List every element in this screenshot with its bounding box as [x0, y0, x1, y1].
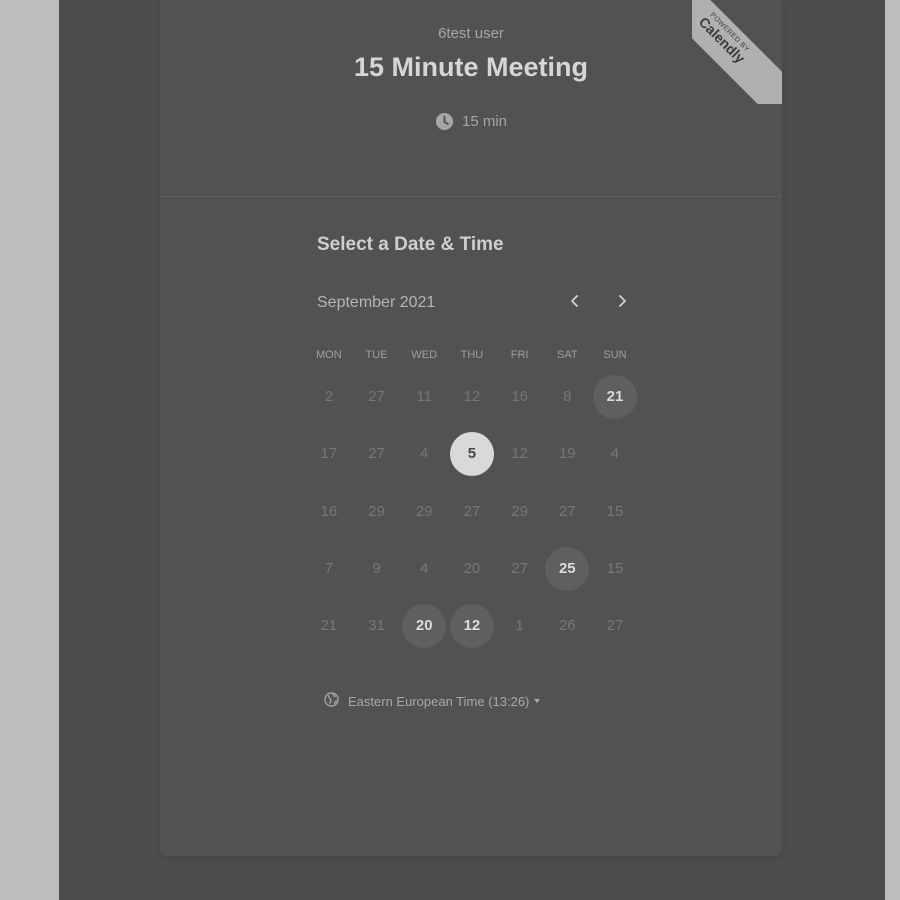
calendar-day-number: 27 [463, 502, 481, 520]
calendar-day-number: 7 [324, 560, 334, 578]
calendar-day-available[interactable]: 20 [400, 597, 448, 654]
calendar-day: 4 [400, 425, 448, 482]
calendar-day-number: 12 [449, 603, 494, 648]
calendar-day-number: 27 [368, 445, 385, 463]
calendar-grid: 2 27 11 12 16 8 21 17 27 4 5 12 19 4 16 29 29 27 29 27 15 7 9 4… [305, 368, 639, 654]
calendar-day: 15 [591, 483, 639, 540]
calendar-day-number: 15 [606, 560, 624, 578]
calendar-day-number: 21 [320, 617, 338, 635]
calendar-day: 29 [496, 483, 544, 540]
calendar-day: 15 [591, 540, 639, 597]
globe-icon [324, 692, 339, 710]
calendar-day: 12 [448, 368, 496, 425]
calendar-day: 31 [353, 597, 401, 654]
calendar-day-number: 16 [511, 388, 528, 406]
calendar-day-number: 29 [511, 502, 528, 520]
chevron-right-icon [616, 294, 628, 313]
weekday-header: MON TUE WED THU FRI SAT SUN [305, 349, 639, 361]
calendar-day: 27 [353, 425, 401, 482]
calendar-day: 26 [543, 597, 591, 654]
calendar-day: 20 [448, 540, 496, 597]
calendar-day: 8 [543, 368, 591, 425]
calendar-day-number: 2 [324, 388, 334, 406]
calendar-day-number: 27 [511, 560, 528, 578]
calendar-day-number: 16 [320, 502, 338, 520]
calendar-day: 2 [305, 368, 353, 425]
calendar-day-number: 4 [610, 445, 620, 463]
calendar-day: 27 [591, 597, 639, 654]
timezone-label: Eastern European Time (13:26) [348, 693, 530, 709]
timezone-selector[interactable]: Eastern European Time (13:26) [324, 692, 541, 710]
calendar-day-available[interactable]: 12 [448, 597, 496, 654]
calendar-day-number: 26 [558, 617, 576, 635]
badge-brand: Calendly [695, 13, 749, 67]
calendar-day-number: 25 [545, 546, 590, 591]
weekday-label: FRI [510, 349, 529, 361]
chevron-left-icon [569, 294, 581, 313]
calendar-day-number: 27 [606, 617, 624, 635]
calendar-day: 17 [305, 425, 353, 482]
calendar-day: 29 [353, 483, 401, 540]
calendar-day-number: 1 [515, 617, 524, 635]
clock-icon [435, 112, 454, 131]
month-label: September 2021 [317, 294, 436, 311]
powered-by-badge[interactable]: POWERED BY Calendly [692, 0, 782, 104]
weekday-label: TUE [365, 349, 388, 361]
calendar-day-available[interactable]: 25 [543, 540, 591, 597]
calendar-day-number: 29 [415, 502, 433, 520]
calendar-day-number: 4 [420, 560, 429, 578]
host-name: 6test user [438, 25, 504, 42]
calendar-day: 4 [400, 540, 448, 597]
calendar-day-number: 17 [320, 445, 338, 463]
calendar-day: 1 [496, 597, 544, 654]
calendar-day-number: 19 [558, 445, 576, 463]
weekday-label: THU [460, 349, 484, 361]
calendar-day: 12 [496, 425, 544, 482]
calendar-day-number: 9 [372, 560, 381, 578]
section-title: Select a Date & Time [317, 234, 504, 255]
duration-label: 15 min [461, 113, 508, 130]
calendar-day: 4 [591, 425, 639, 482]
calendar-day-selected[interactable]: 5 [448, 425, 496, 482]
caret-down-icon [534, 699, 541, 703]
calendar-day: 16 [305, 483, 353, 540]
calendar-day-number: 4 [420, 445, 429, 463]
calendar-day-number: 27 [558, 502, 576, 520]
calendar-day-number: 27 [368, 388, 385, 406]
calendar-day: 21 [305, 597, 353, 654]
calendar-day-number: 12 [463, 388, 481, 406]
weekday-label: SUN [603, 349, 627, 361]
calendar-day: 27 [448, 483, 496, 540]
calendar-day-number: 21 [592, 374, 637, 419]
calendar-day-number: 8 [563, 388, 572, 406]
calendar-day-number: 12 [511, 445, 528, 463]
calendar-day: 16 [496, 368, 544, 425]
calendar-day: 11 [400, 368, 448, 425]
weekday-label: MON [316, 349, 342, 361]
weekday-label: SAT [556, 349, 578, 361]
calendar-day-available[interactable]: 21 [591, 368, 639, 425]
next-month-button[interactable] [609, 290, 635, 316]
calendar-day: 27 [353, 368, 401, 425]
calendar-day: 9 [353, 540, 401, 597]
calendar-day-number: 20 [402, 603, 447, 648]
event-header: 6test user 15 Minute Meeting 15 min [160, 0, 782, 197]
calendar-day-number: 20 [463, 560, 481, 578]
calendar-day: 27 [543, 483, 591, 540]
calendar-day-number: 11 [416, 388, 432, 406]
event-duration: 15 min [160, 112, 782, 131]
weekday-label: WED [411, 349, 438, 361]
booking-card: 6test user 15 Minute Meeting 15 min POWE… [160, 0, 782, 856]
calendar-day-number: 31 [368, 617, 385, 635]
calendar-day: 7 [305, 540, 353, 597]
calendar-day-number: 29 [368, 502, 385, 520]
calendar-day: 29 [400, 483, 448, 540]
event-title: 15 Minute Meeting [353, 52, 589, 82]
calendar-day-number: 5 [449, 431, 494, 476]
calendar-day: 27 [496, 540, 544, 597]
calendar-day: 19 [543, 425, 591, 482]
calendar-day-number: 15 [606, 502, 624, 520]
prev-month-button[interactable] [562, 290, 588, 316]
